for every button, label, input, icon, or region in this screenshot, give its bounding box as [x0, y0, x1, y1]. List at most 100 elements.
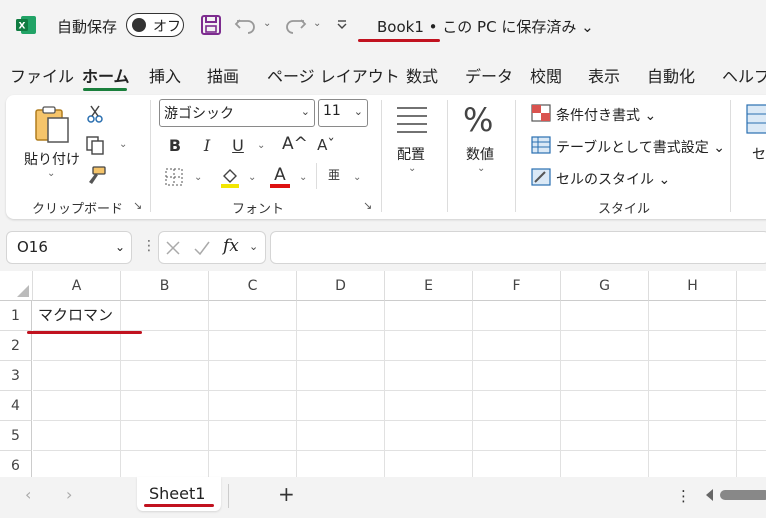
tab-help[interactable]: ヘルプ	[722, 63, 766, 87]
format-painter-icon[interactable]	[85, 166, 107, 186]
row-header[interactable]: 6	[0, 451, 32, 477]
paste-icon[interactable]	[32, 104, 72, 144]
cell[interactable]	[121, 331, 209, 361]
paste-button-label[interactable]: 貼り付け	[24, 149, 80, 169]
insert-function-button[interactable]: fx	[223, 236, 239, 256]
cell[interactable]	[649, 391, 737, 421]
cell[interactable]	[209, 451, 297, 477]
cell[interactable]	[33, 421, 121, 451]
cell[interactable]	[209, 421, 297, 451]
autosave-toggle[interactable]: オフ	[126, 13, 184, 37]
cell[interactable]	[209, 331, 297, 361]
font-size-select[interactable]: 11 ⌄	[318, 99, 368, 127]
copy-dropdown-icon[interactable]: ⌄	[119, 139, 127, 150]
paste-dropdown-icon[interactable]: ⌄	[47, 168, 55, 179]
cell[interactable]	[33, 331, 121, 361]
undo-icon[interactable]	[234, 14, 258, 36]
column-header[interactable]: E	[385, 271, 473, 301]
conditional-formatting-icon[interactable]	[531, 104, 551, 122]
select-all-corner[interactable]	[0, 271, 33, 301]
redo-dropdown-icon[interactable]: ⌄	[313, 18, 321, 29]
tab-automate[interactable]: 自動化	[647, 63, 695, 87]
scroll-left-icon[interactable]	[706, 489, 713, 501]
column-header[interactable]: F	[473, 271, 561, 301]
add-sheet-button[interactable]: +	[278, 482, 295, 506]
cell[interactable]	[561, 331, 649, 361]
cell[interactable]	[561, 361, 649, 391]
font-launcher-icon[interactable]: ↘	[363, 199, 372, 212]
tab-formulas[interactable]: 数式	[406, 63, 438, 87]
number-button-label[interactable]: 数値	[466, 144, 494, 164]
cell[interactable]	[209, 301, 297, 331]
cell[interactable]	[33, 451, 121, 477]
cell[interactable]	[297, 331, 385, 361]
underline-button[interactable]: U	[228, 136, 248, 155]
format-as-table-icon[interactable]	[531, 136, 551, 154]
row-header[interactable]: 2	[0, 331, 32, 361]
column-header[interactable]: H	[649, 271, 737, 301]
cell[interactable]	[121, 391, 209, 421]
percent-icon[interactable]: %	[463, 101, 493, 139]
cell[interactable]	[737, 361, 766, 391]
save-icon[interactable]	[200, 14, 222, 36]
row-header[interactable]: 1	[0, 301, 32, 331]
cell[interactable]	[737, 451, 766, 477]
cells-button-label[interactable]: セ	[752, 144, 766, 164]
cell-styles-button[interactable]: セルのスタイル ⌄	[556, 169, 670, 189]
cell[interactable]	[297, 451, 385, 477]
chevron-left-icon[interactable]: ‹	[25, 485, 31, 504]
cut-icon[interactable]	[86, 104, 104, 124]
column-header[interactable]: A	[33, 271, 121, 301]
column-header[interactable]: G	[561, 271, 649, 301]
cell[interactable]	[121, 451, 209, 477]
italic-button[interactable]: I	[197, 136, 217, 155]
cell[interactable]	[297, 391, 385, 421]
tab-home[interactable]: ホーム	[82, 63, 130, 87]
fill-color-dropdown-icon[interactable]: ⌄	[248, 172, 256, 183]
shrink-font-button[interactable]: Aˇ	[314, 136, 338, 154]
horizontal-scrollbar-thumb[interactable]	[720, 490, 766, 500]
alignment-button-label[interactable]: 配置	[397, 144, 425, 164]
row-header[interactable]: 4	[0, 391, 32, 421]
cell[interactable]	[385, 391, 473, 421]
cell[interactable]	[649, 451, 737, 477]
more-options-icon[interactable]: ⋮	[142, 238, 156, 254]
cell[interactable]	[473, 331, 561, 361]
grow-font-button[interactable]: A^	[282, 134, 308, 154]
customize-toolbar-icon[interactable]	[336, 19, 348, 31]
cell[interactable]	[297, 301, 385, 331]
column-header[interactable]: B	[121, 271, 209, 301]
alignment-icon[interactable]	[395, 105, 429, 133]
alignment-dropdown-icon[interactable]: ⌄	[408, 163, 416, 174]
document-title[interactable]: Book1 • この PC に保存済み ⌄	[377, 16, 594, 37]
font-name-select[interactable]: 游ゴシック ⌄	[159, 99, 315, 127]
cell[interactable]	[473, 391, 561, 421]
font-color-dropdown-icon[interactable]: ⌄	[299, 172, 307, 183]
cell[interactable]	[649, 301, 737, 331]
cell[interactable]	[649, 361, 737, 391]
tab-file[interactable]: ファイル	[10, 63, 74, 87]
cell[interactable]	[561, 301, 649, 331]
cell[interactable]	[385, 421, 473, 451]
cell[interactable]	[737, 331, 766, 361]
name-box[interactable]: O16 ⌄	[6, 231, 132, 264]
row-header[interactable]: 3	[0, 361, 32, 391]
column-header[interactable]	[737, 271, 766, 301]
tab-draw[interactable]: 描画	[207, 63, 239, 87]
cell[interactable]	[737, 301, 766, 331]
phonetic-guide-button[interactable]: 亜	[324, 166, 344, 183]
chevron-right-icon[interactable]: ›	[66, 485, 72, 504]
tab-insert[interactable]: 挿入	[149, 63, 181, 87]
fill-color-icon[interactable]	[219, 166, 241, 188]
cell[interactable]	[33, 391, 121, 421]
underline-dropdown-icon[interactable]: ⌄	[257, 140, 265, 151]
bold-button[interactable]: B	[165, 136, 185, 155]
chevron-down-icon[interactable]: ⌄	[249, 240, 258, 253]
cell[interactable]	[385, 331, 473, 361]
cancel-icon[interactable]	[165, 240, 181, 256]
cell[interactable]	[297, 421, 385, 451]
phonetic-dropdown-icon[interactable]: ⌄	[353, 172, 361, 183]
conditional-formatting-button[interactable]: 条件付き書式 ⌄	[556, 105, 656, 125]
number-dropdown-icon[interactable]: ⌄	[477, 163, 485, 174]
cell[interactable]	[121, 361, 209, 391]
